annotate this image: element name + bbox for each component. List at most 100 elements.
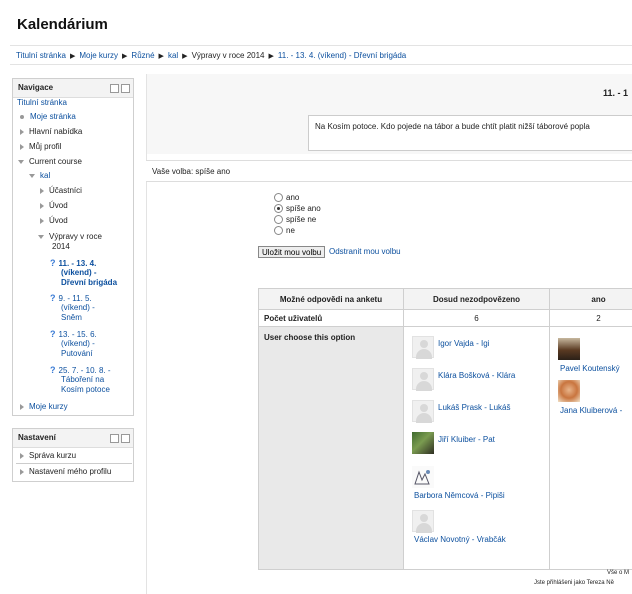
radio-button-selected[interactable]: [274, 204, 283, 213]
nav-intro-1-label: Úvod: [49, 201, 68, 210]
nav-activity-snem-line3: Sněm: [61, 313, 82, 323]
breadcrumb-home[interactable]: Titulní stránka: [16, 51, 66, 60]
nav-my-page[interactable]: Moje stránka: [20, 112, 76, 122]
nav-intro-2[interactable]: Úvod: [40, 216, 68, 226]
drawing-avatar-icon: [412, 466, 434, 488]
save-choice-button[interactable]: Uložit mou volbu: [258, 246, 325, 258]
breadcrumb-separator-icon: ▶: [159, 53, 164, 60]
nav-my-profile-label: Můj profil: [29, 142, 61, 151]
user-link[interactable]: Pavel Koutenský: [560, 364, 620, 373]
radio-button[interactable]: [274, 215, 283, 224]
bullet-icon: [20, 115, 24, 119]
dock-icon[interactable]: [110, 84, 119, 93]
collapse-icon[interactable]: [121, 84, 130, 93]
nav-kal-label: kal: [40, 171, 50, 180]
footer-about[interactable]: Vše o M: [607, 570, 629, 576]
nav-participants[interactable]: Účastníci: [40, 186, 82, 196]
breadcrumb-separator-icon: ▶: [70, 53, 75, 60]
nav-my-courses[interactable]: Moje kurzy: [20, 402, 68, 412]
user-link[interactable]: Igor Vajda - Igi: [438, 339, 489, 348]
nav-trips-2014[interactable]: Výpravy v roce: [38, 232, 102, 242]
remove-choice-link[interactable]: Odstranit mou volbu: [329, 247, 401, 256]
user-avatar[interactable]: [412, 510, 434, 532]
collapse-arrow-icon: [18, 160, 24, 164]
option-ne[interactable]: ne: [274, 226, 295, 235]
user-link[interactable]: Jiří Kluiber - Pat: [438, 435, 495, 444]
your-choice-bar: Vaše volba: spíše ano: [146, 160, 632, 182]
user-link[interactable]: Lukáš Prask - Lukáš: [438, 403, 510, 412]
nav-main-menu-label: Hlavní nabídka: [29, 127, 82, 136]
expand-arrow-icon: [20, 144, 24, 150]
settings-course-admin[interactable]: Správa kurzu: [20, 451, 76, 461]
nav-activity-putovani-label: 13. - 15. 6.: [59, 330, 97, 339]
settings-divider: [16, 463, 132, 464]
breadcrumb-my-courses[interactable]: Moje kurzy: [79, 51, 118, 60]
nav-my-profile[interactable]: Můj profil: [20, 142, 61, 152]
navigation-block-title: Navigace: [18, 83, 53, 92]
dock-icon[interactable]: [110, 434, 119, 443]
settings-block-header: Nastavení: [13, 429, 133, 448]
user-link[interactable]: Klára Bošková - Klára: [438, 371, 515, 380]
nav-activity-snem-label: 9. - 11. 5.: [59, 294, 92, 303]
breadcrumb-kal[interactable]: kal: [168, 51, 178, 60]
user-avatar-photo[interactable]: [558, 380, 580, 402]
nav-activity-tabor-line2: Táboření na: [61, 375, 104, 385]
results-users-label: User choose this option: [259, 327, 404, 570]
results-count-ano: 2: [550, 310, 632, 327]
nav-trips-2014-year: 2014: [52, 242, 70, 252]
nav-intro-1[interactable]: Úvod: [40, 201, 68, 211]
nav-main-menu[interactable]: Hlavní nabídka: [20, 127, 82, 137]
results-count-not-answered: 6: [404, 310, 550, 327]
nav-activity-snem-line2: (víkend) -: [61, 303, 95, 313]
choice-icon: ?: [50, 365, 56, 375]
nav-activity-putovani-line2: (víkend) -: [61, 339, 95, 349]
option-spise-ano-label: spíše ano: [286, 204, 321, 213]
user-avatar-drawing[interactable]: [412, 466, 434, 488]
breadcrumb-separator-icon: ▶: [269, 53, 274, 60]
choice-icon: ?: [50, 293, 56, 303]
user-avatar[interactable]: [412, 336, 434, 358]
radio-button[interactable]: [274, 193, 283, 202]
nav-current-course[interactable]: Current course: [18, 157, 82, 167]
settings-my-profile[interactable]: Nastavení mého profilu: [20, 467, 111, 477]
option-spise-ano[interactable]: spíše ano: [274, 204, 321, 213]
breadcrumb-separator-icon: ▶: [122, 53, 127, 60]
footer-logged-in: Jste přihlášeni jako Tereza Ně: [534, 580, 614, 586]
nav-activity-tabor-label: 25. 7. - 10. 8. -: [59, 366, 111, 375]
nav-activity-current-line2: (víkend) -: [61, 268, 97, 278]
user-avatar[interactable]: [412, 368, 434, 390]
nav-home[interactable]: Titulní stránka: [17, 98, 67, 108]
breadcrumb-misc[interactable]: Různé: [131, 51, 154, 60]
expand-arrow-icon: [40, 188, 44, 194]
nav-my-courses-label: Moje kurzy: [29, 402, 68, 411]
radio-button[interactable]: [274, 226, 283, 235]
option-spise-ne-label: spíše ne: [286, 215, 316, 224]
collapse-icon[interactable]: [121, 434, 130, 443]
nav-activity-current-line3: Dřevní brigáda: [61, 278, 117, 288]
user-avatar-photo[interactable]: [558, 338, 580, 360]
results-header-label: Možné odpovědi na anketu: [259, 289, 404, 310]
choice-icon: ?: [50, 258, 56, 268]
option-spise-ne[interactable]: spíše ne: [274, 215, 316, 224]
expand-arrow-icon: [20, 469, 24, 475]
expand-arrow-icon: [20, 404, 24, 410]
user-avatar[interactable]: [412, 400, 434, 422]
activity-title: 11. - 1: [603, 88, 628, 98]
choice-icon: ?: [50, 329, 56, 339]
option-ano[interactable]: ano: [274, 193, 299, 202]
expand-arrow-icon: [20, 129, 24, 135]
user-link[interactable]: Barbora Němcová - Pipiši: [414, 491, 505, 500]
user-link[interactable]: Jana Kluiberová -: [560, 406, 622, 415]
page-heading: Kalendárium: [17, 16, 108, 33]
nav-kal[interactable]: kal: [29, 171, 50, 181]
breadcrumb-current[interactable]: 11. - 13. 4. (víkend) - Dřevní brigáda: [278, 51, 406, 60]
user-link[interactable]: Václav Novotný - Vrabčák: [414, 535, 506, 544]
nav-activity-tabor-line3: Kosím potoce: [61, 385, 110, 395]
user-avatar-photo[interactable]: [412, 432, 434, 454]
settings-block-title: Nastavení: [18, 433, 56, 442]
results-header-not-answered: Dosud nezodpovězeno: [404, 289, 550, 310]
results-users-ano: [550, 327, 632, 570]
nav-current-course-label: Current course: [29, 157, 82, 166]
nav-activity-current-label: 11. - 13. 4.: [59, 259, 97, 268]
navigation-block-header: Navigace: [13, 79, 133, 98]
